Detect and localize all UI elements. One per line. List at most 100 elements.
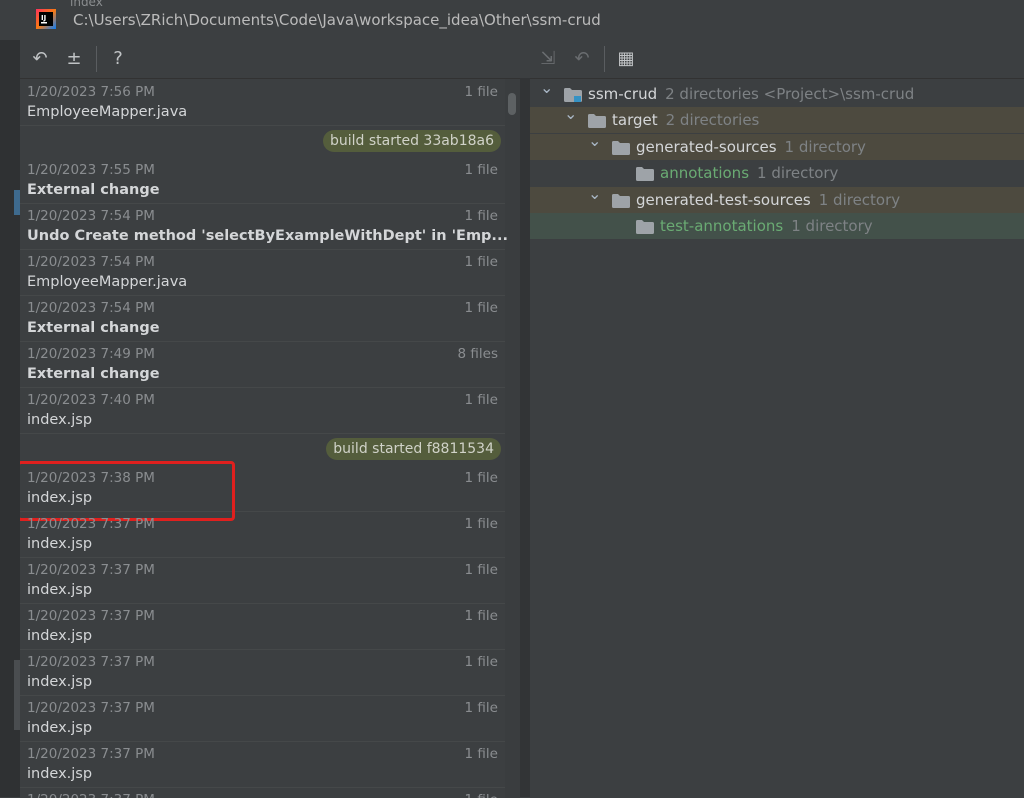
- panel-splitter[interactable]: [520, 78, 530, 797]
- chevron-down-icon[interactable]: ⌄: [540, 80, 553, 96]
- left-gutter: [0, 40, 20, 797]
- history-change-name: Undo Create method 'selectByExampleWithD…: [27, 228, 508, 244]
- intellij-app-icon: IJ: [36, 9, 56, 29]
- history-row[interactable]: 1/20/2023 7:37 PM 1 file index.jsp: [20, 741, 505, 788]
- history-change-name: index.jsp: [27, 536, 93, 552]
- history-row[interactable]: 1/20/2023 7:40 PM 1 file index.jsp: [20, 387, 505, 434]
- history-date: 1/20/2023 7:54 PM: [27, 208, 155, 224]
- build-marker-row[interactable]: build started 33ab18a6: [20, 125, 505, 157]
- history-change-name: index.jsp: [27, 674, 93, 690]
- folder-icon: [612, 193, 630, 208]
- history-change-name: index.jsp: [27, 628, 93, 644]
- tree-node[interactable]: ⌄ generated-sources 1 directory: [530, 132, 1024, 160]
- window-title: C:\Users\ZRich\Documents\Code\Java\works…: [73, 11, 601, 29]
- history-change-name: EmployeeMapper.java: [27, 274, 188, 290]
- history-row[interactable]: 1/20/2023 7:55 PM 1 file External change: [20, 157, 505, 204]
- history-file-count: 1 file: [464, 162, 498, 178]
- build-badge: build started f8811534: [326, 438, 501, 460]
- history-date: 1/20/2023 7:37 PM: [27, 562, 155, 578]
- history-change-name: index.jsp: [27, 766, 93, 782]
- build-badge: build started 33ab18a6: [322, 130, 501, 152]
- history-date: 1/20/2023 7:37 PM: [27, 792, 155, 798]
- history-date: 1/20/2023 7:37 PM: [27, 700, 155, 716]
- history-file-count: 1 file: [464, 392, 498, 408]
- tree-node-label: target 2 directories: [612, 111, 759, 129]
- history-row[interactable]: 1/20/2023 7:54 PM 1 file Undo Create metho…: [20, 203, 508, 250]
- tree-node-name: annotations: [660, 164, 750, 183]
- history-file-count: 8 files: [457, 346, 498, 362]
- history-file-count: 1 file: [464, 300, 498, 316]
- tree-node[interactable]: ⌄ target 2 directories: [530, 106, 1024, 134]
- history-file-count: 1 file: [464, 470, 498, 486]
- chevron-down-icon[interactable]: ⌄: [588, 132, 601, 148]
- folder-icon: [612, 140, 630, 155]
- tree-node-name: generated-test-sources: [636, 190, 811, 209]
- history-row[interactable]: 1/20/2023 7:56 PM 1 file EmployeeMapper.ja…: [20, 79, 505, 126]
- history-row[interactable]: 1/20/2023 7:54 PM 1 file External change: [20, 295, 505, 342]
- history-change-name: index.jsp: [27, 720, 93, 736]
- history-row[interactable]: 1/20/2023 7:37 PM 1 file: [20, 787, 505, 798]
- tree-node[interactable]: annotations 1 directory: [530, 160, 1024, 186]
- folder-icon: [588, 113, 606, 129]
- history-file-count: 1 file: [464, 516, 498, 532]
- history-file-count: 1 file: [464, 562, 498, 578]
- tree-node[interactable]: ⌄ generated-test-sources 1 directory: [530, 185, 1024, 213]
- history-date: 1/20/2023 7:55 PM: [27, 162, 155, 178]
- peek-text: index: [70, 0, 103, 9]
- local-history-list[interactable]: 1/20/2023 7:56 PM 1 file EmployeeMapper.ja…: [20, 78, 520, 798]
- history-row[interactable]: 1/20/2023 7:54 PM 1 file EmployeeMapper.ja…: [20, 249, 505, 296]
- history-row[interactable]: 1/20/2023 7:37 PM 1 file index.jsp: [20, 557, 505, 604]
- tree-node-name: generated-sources: [636, 137, 777, 156]
- history-change-name: External change: [27, 182, 160, 198]
- tree-node-name: target: [612, 111, 658, 130]
- tree-node[interactable]: test-annotations 1 directory: [530, 213, 1024, 239]
- tree-node-label: generated-test-sources 1 directory: [636, 191, 900, 209]
- tree-node-name: test-annotations: [660, 217, 784, 235]
- changes-tree[interactable]: ⌄ ssm-crud 2 directories <Project>\ssm-cru…: [530, 78, 1024, 798]
- chevron-down-icon[interactable]: ⌄: [564, 106, 577, 122]
- create-patch-icon[interactable]: ±: [62, 48, 86, 70]
- tree-node-label: generated-sources 1 directory: [636, 138, 866, 156]
- project-folder-icon: [564, 87, 582, 102]
- title-bar: index IJ C:\Users\ZRich\Documents\Code\J…: [0, 0, 1024, 40]
- tree-node-label: ssm-crud 2 directories <Project>\ssm-crud: [588, 85, 914, 103]
- tree-node-meta: 2 directories: [665, 111, 760, 130]
- history-file-count: 1 file: [464, 746, 498, 762]
- changes-toolbar: ⇲ ↶ ▦: [530, 40, 1024, 78]
- tree-node[interactable]: ⌄ ssm-crud 2 directories <Project>\ssm-cru…: [530, 80, 1024, 107]
- history-file-count: 1 file: [465, 792, 498, 798]
- history-row[interactable]: 1/20/2023 7:37 PM 1 file index.jsp: [20, 695, 505, 742]
- revert-icon[interactable]: ↶: [28, 48, 52, 70]
- history-toolbar: ↶ ± ?: [20, 40, 520, 78]
- tree-node-meta: 1 directory: [784, 137, 866, 156]
- collapse-icon[interactable]: ⇲: [536, 48, 560, 70]
- history-change-name: index.jsp: [27, 582, 93, 598]
- history-change-name: External change: [27, 320, 160, 336]
- help-icon[interactable]: ?: [106, 48, 130, 70]
- history-change-name: EmployeeMapper.java: [27, 104, 188, 120]
- scrollbar[interactable]: [505, 79, 520, 798]
- tree-node-label: annotations 1 directory: [660, 164, 838, 182]
- group-by-icon[interactable]: ▦: [614, 48, 638, 70]
- revert-selection-icon[interactable]: ↶: [570, 48, 594, 70]
- history-row[interactable]: 1/20/2023 7:49 PM 8 files External change: [20, 341, 505, 388]
- history-file-count: 1 file: [464, 608, 498, 624]
- history-date: 1/20/2023 7:49 PM: [27, 346, 155, 362]
- folder-icon: [636, 219, 654, 234]
- history-row[interactable]: 1/20/2023 7:37 PM 1 file index.jsp: [20, 603, 505, 650]
- history-file-count: 1 file: [464, 654, 498, 670]
- toolbar-separator: [604, 46, 605, 72]
- tree-node-meta: 2 directories <Project>\ssm-crud: [665, 85, 915, 103]
- history-row[interactable]: 1/20/2023 7:37 PM 1 file index.jsp: [20, 649, 505, 696]
- history-row[interactable]: 1/20/2023 7:37 PM 1 file index.jsp: [20, 511, 505, 558]
- chevron-down-icon[interactable]: ⌄: [588, 185, 601, 201]
- history-file-count: 1 file: [464, 84, 498, 100]
- scrollbar-thumb[interactable]: [508, 93, 516, 115]
- tree-node-name: ssm-crud: [588, 85, 658, 103]
- history-file-count: 1 file: [464, 208, 498, 224]
- history-date: 1/20/2023 7:37 PM: [27, 654, 155, 670]
- history-date: 1/20/2023 7:40 PM: [27, 392, 155, 408]
- history-file-count: 1 file: [464, 254, 498, 270]
- history-change-name: index.jsp: [27, 412, 93, 428]
- history-date: 1/20/2023 7:37 PM: [27, 746, 155, 762]
